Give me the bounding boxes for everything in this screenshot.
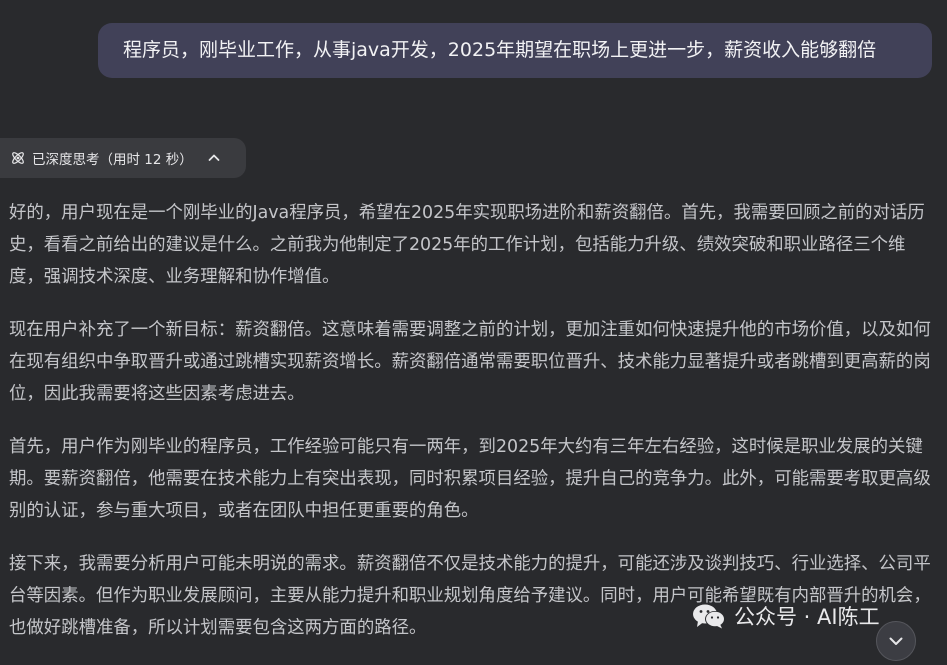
chevron-up-icon xyxy=(208,154,220,161)
user-message-text: 程序员，刚毕业工作，从事java开发，2025年期望在职场上更进一步，薪资收入能… xyxy=(123,39,877,61)
reasoning-paragraph: 首先，用户作为刚毕业的程序员，工作经验可能只有一两年，到2025年大约有三年左右… xyxy=(9,437,931,521)
deep-thinking-label: 已深度思考（用时 12 秒） xyxy=(32,152,193,168)
watermark: 公众号 · AI陈工 xyxy=(692,596,880,636)
reasoning-paragraph: 好的，用户现在是一个刚毕业的Java程序员，希望在2025年实现职场进阶和薪资翻… xyxy=(9,203,925,287)
watermark-text: 公众号 · AI陈工 xyxy=(734,605,880,629)
scroll-to-bottom-button[interactable] xyxy=(876,621,916,661)
reasoning-content: 好的，用户现在是一个刚毕业的Java程序员，希望在2025年实现职场进阶和薪资翻… xyxy=(9,197,934,665)
deep-thinking-toggle[interactable]: 已深度思考（用时 12 秒） xyxy=(0,138,246,178)
atom-icon xyxy=(12,152,24,164)
user-message-bubble: 程序员，刚毕业工作，从事java开发，2025年期望在职场上更进一步，薪资收入能… xyxy=(98,23,932,78)
reasoning-paragraph: 现在用户补充了一个新目标：薪资翻倍。这意味着需要调整之前的计划，更加注重如何快速… xyxy=(9,320,931,404)
wechat-icon xyxy=(693,604,725,629)
chevron-down-icon xyxy=(889,637,903,645)
